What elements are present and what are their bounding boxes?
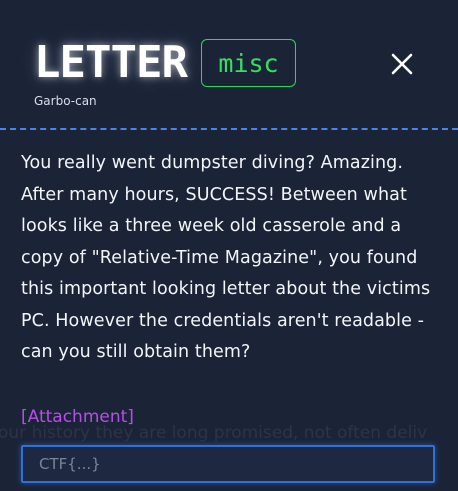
flag-input[interactable]	[21, 445, 435, 483]
attachment-link[interactable]: [Attachment]	[21, 407, 134, 427]
challenge-title: LETTER	[34, 37, 188, 88]
close-icon	[391, 53, 413, 75]
challenge-modal: our history they are long promised, not …	[0, 0, 458, 491]
modal-header: LETTER Garbo-can misc	[0, 0, 458, 128]
header-divider	[0, 128, 458, 130]
category-badge: misc	[201, 39, 296, 87]
close-button[interactable]	[384, 46, 420, 82]
challenge-author: Garbo-can	[34, 94, 97, 108]
challenge-description: You really went dumpster diving? Amazing…	[21, 153, 431, 362]
